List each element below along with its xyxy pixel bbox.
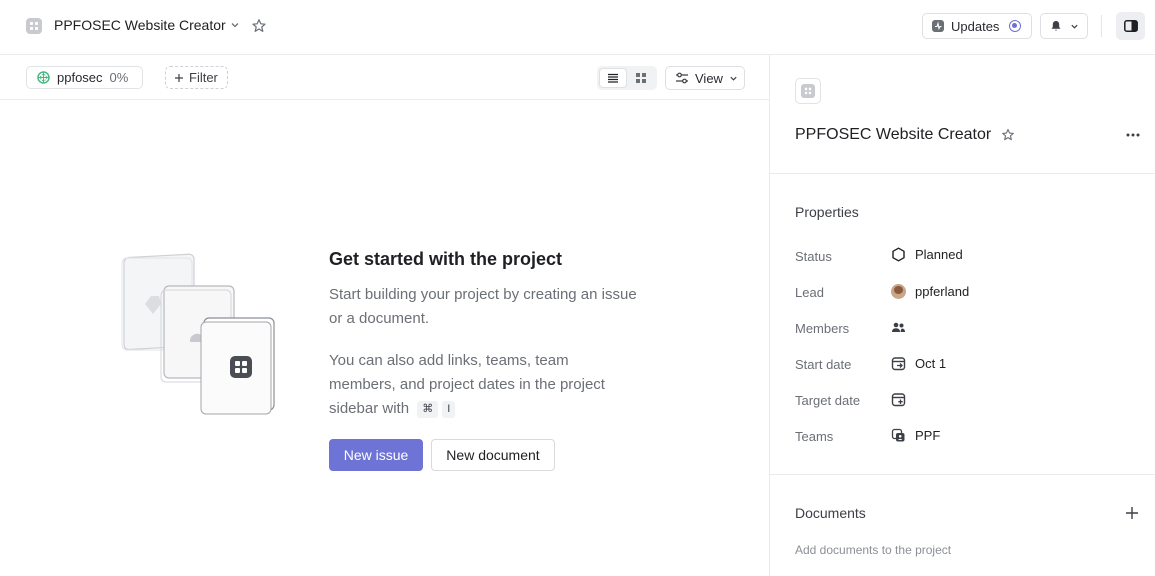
star-icon[interactable] — [251, 18, 267, 34]
empty-state-hint: You can also add links, teams, team memb… — [329, 349, 639, 421]
sidebar-toggle-icon — [1123, 20, 1138, 32]
list-view-button[interactable] — [599, 68, 627, 88]
members-label: Members — [795, 321, 850, 336]
star-icon[interactable] — [1001, 128, 1015, 142]
updates-button[interactable]: Updates — [922, 13, 1032, 39]
project-progress-chip[interactable]: ppfosec 0% — [26, 66, 143, 89]
avatar — [891, 284, 906, 299]
project-title-dropdown[interactable]: PPFOSEC Website Creator — [54, 17, 240, 33]
project-icon — [26, 18, 42, 34]
documents-hint: Add documents to the project — [795, 543, 952, 557]
target-date-value[interactable] — [891, 392, 915, 407]
sidebar-divider — [770, 474, 1155, 475]
shortcut-key-cmd: ⌘ — [417, 401, 439, 418]
view-options-button[interactable]: View — [665, 66, 745, 90]
empty-state-hint-text: You can also add links, teams, team memb… — [329, 352, 605, 417]
add-document-icon[interactable] — [1125, 506, 1139, 520]
filter-label: Filter — [189, 70, 218, 85]
sidebar-project-title[interactable]: PPFOSEC Website Creator — [795, 126, 991, 144]
more-icon[interactable] — [1125, 131, 1141, 139]
shortcut-key-i: I — [442, 401, 456, 418]
top-header: PPFOSEC Website Creator Updates — [0, 0, 1155, 55]
start-date-text: Oct 1 — [915, 356, 947, 371]
empty-state-description: Start building your project by creating … — [329, 286, 637, 327]
start-date-label: Start date — [795, 357, 852, 372]
list-view-icon — [608, 73, 618, 83]
status-text: Planned — [915, 247, 963, 262]
chip-name: ppfosec — [57, 70, 103, 85]
teams-text: PPF — [915, 428, 941, 443]
updates-label: Updates — [951, 18, 1000, 34]
header-divider — [1101, 15, 1102, 37]
calendar-add-icon — [891, 393, 906, 407]
teams-value[interactable]: PPF — [891, 428, 940, 443]
filter-button[interactable]: Filter — [165, 66, 228, 89]
members-value[interactable] — [891, 320, 915, 335]
chevron-down-icon — [231, 23, 239, 28]
board-view-button[interactable] — [627, 68, 655, 88]
board-view-icon — [636, 73, 646, 83]
status-hexagon-icon — [892, 247, 905, 262]
bell-icon — [1051, 21, 1060, 31]
teams-label: Teams — [795, 429, 834, 444]
progress-icon — [37, 71, 50, 84]
status-label: Status — [795, 249, 832, 264]
lead-text: ppferland — [915, 284, 970, 299]
properties-heading[interactable]: Properties — [795, 204, 859, 220]
chevron-down-icon — [1070, 24, 1078, 29]
project-icon — [801, 84, 815, 98]
updates-icon — [932, 20, 944, 32]
empty-state-title: Get started with the project — [329, 249, 563, 269]
update-status-indicator — [1009, 20, 1022, 32]
sidebar-divider — [770, 173, 1155, 174]
chip-percent: 0% — [109, 70, 129, 85]
chevron-down-icon — [730, 76, 737, 81]
project-icon-button[interactable] — [795, 78, 821, 104]
status-value[interactable]: Planned — [891, 247, 963, 262]
filter-bar: ppfosec 0% Filter View — [0, 55, 769, 100]
start-date-value[interactable]: Oct 1 — [891, 356, 946, 371]
lead-label: Lead — [795, 285, 824, 300]
new-document-button[interactable]: New document — [431, 439, 555, 471]
target-date-label: Target date — [795, 393, 861, 408]
members-icon — [892, 322, 905, 332]
project-title: PPFOSEC Website Creator — [54, 17, 226, 33]
team-icon — [891, 428, 905, 442]
new-issue-button[interactable]: New issue — [329, 439, 423, 471]
view-label: View — [695, 70, 723, 86]
sidebar-toggle-button[interactable] — [1116, 12, 1145, 40]
empty-state-illustration — [121, 253, 275, 415]
sliders-icon — [676, 72, 688, 84]
lead-value[interactable]: ppferland — [891, 284, 969, 299]
layout-toggle — [597, 66, 657, 90]
calendar-start-icon — [891, 357, 906, 371]
project-details-sidebar: PPFOSEC Website Creator Properties Statu… — [769, 55, 1155, 576]
plus-icon — [175, 73, 183, 82]
notifications-button[interactable] — [1040, 13, 1088, 39]
documents-heading: Documents — [795, 505, 866, 521]
